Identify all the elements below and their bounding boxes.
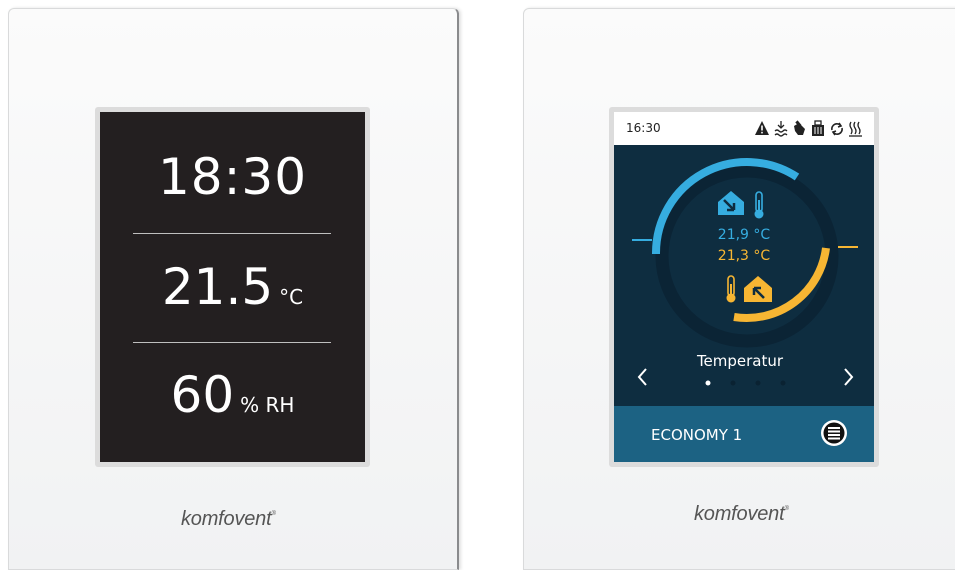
temperature-readout: 21.5 °C <box>100 258 365 316</box>
prev-arrow-icon[interactable] <box>637 368 647 386</box>
page-dot[interactable] <box>780 380 786 386</box>
brand-logo: komfovent® <box>181 508 276 530</box>
page-label: Temperatur <box>696 352 784 370</box>
temperature-unit: °C <box>279 285 304 309</box>
divider <box>133 233 331 234</box>
page-dot[interactable] <box>730 380 736 386</box>
page-dot[interactable] <box>755 380 761 386</box>
touch-screen: 16:30 21,9 °C 21,3 °C Temperatur ECONOMY… <box>614 112 874 462</box>
page-dot[interactable] <box>705 380 711 386</box>
supply-house-icon <box>718 191 744 215</box>
brand-logo: komfovent® <box>694 503 789 525</box>
supply-temperature: 21,9 °C <box>718 227 771 243</box>
menu-icon[interactable] <box>819 418 849 448</box>
next-arrow-icon[interactable] <box>844 368 854 386</box>
extract-thermometer-icon <box>726 275 736 303</box>
temperature-value: 21.5 <box>161 258 274 316</box>
extract-house-icon <box>744 276 772 302</box>
supply-thermometer-icon <box>754 191 764 219</box>
time-readout: 18:30 <box>157 148 308 206</box>
humidity-readout: 60% RH <box>100 366 365 424</box>
extract-temperature: 21,3 °C <box>718 248 771 264</box>
temperature-gauge: 21,9 °C 21,3 °C Temperatur <box>632 158 858 386</box>
divider <box>133 342 331 343</box>
page-indicator <box>705 380 786 386</box>
left-display: 18:30 21.5 °C 60% RH <box>100 112 365 462</box>
mode-label: ECONOMY 1 <box>651 426 743 444</box>
humidity-unit: % RH <box>240 393 295 417</box>
humidity-value: 60 <box>170 366 235 424</box>
mode-bar[interactable]: ECONOMY 1 <box>614 406 874 462</box>
